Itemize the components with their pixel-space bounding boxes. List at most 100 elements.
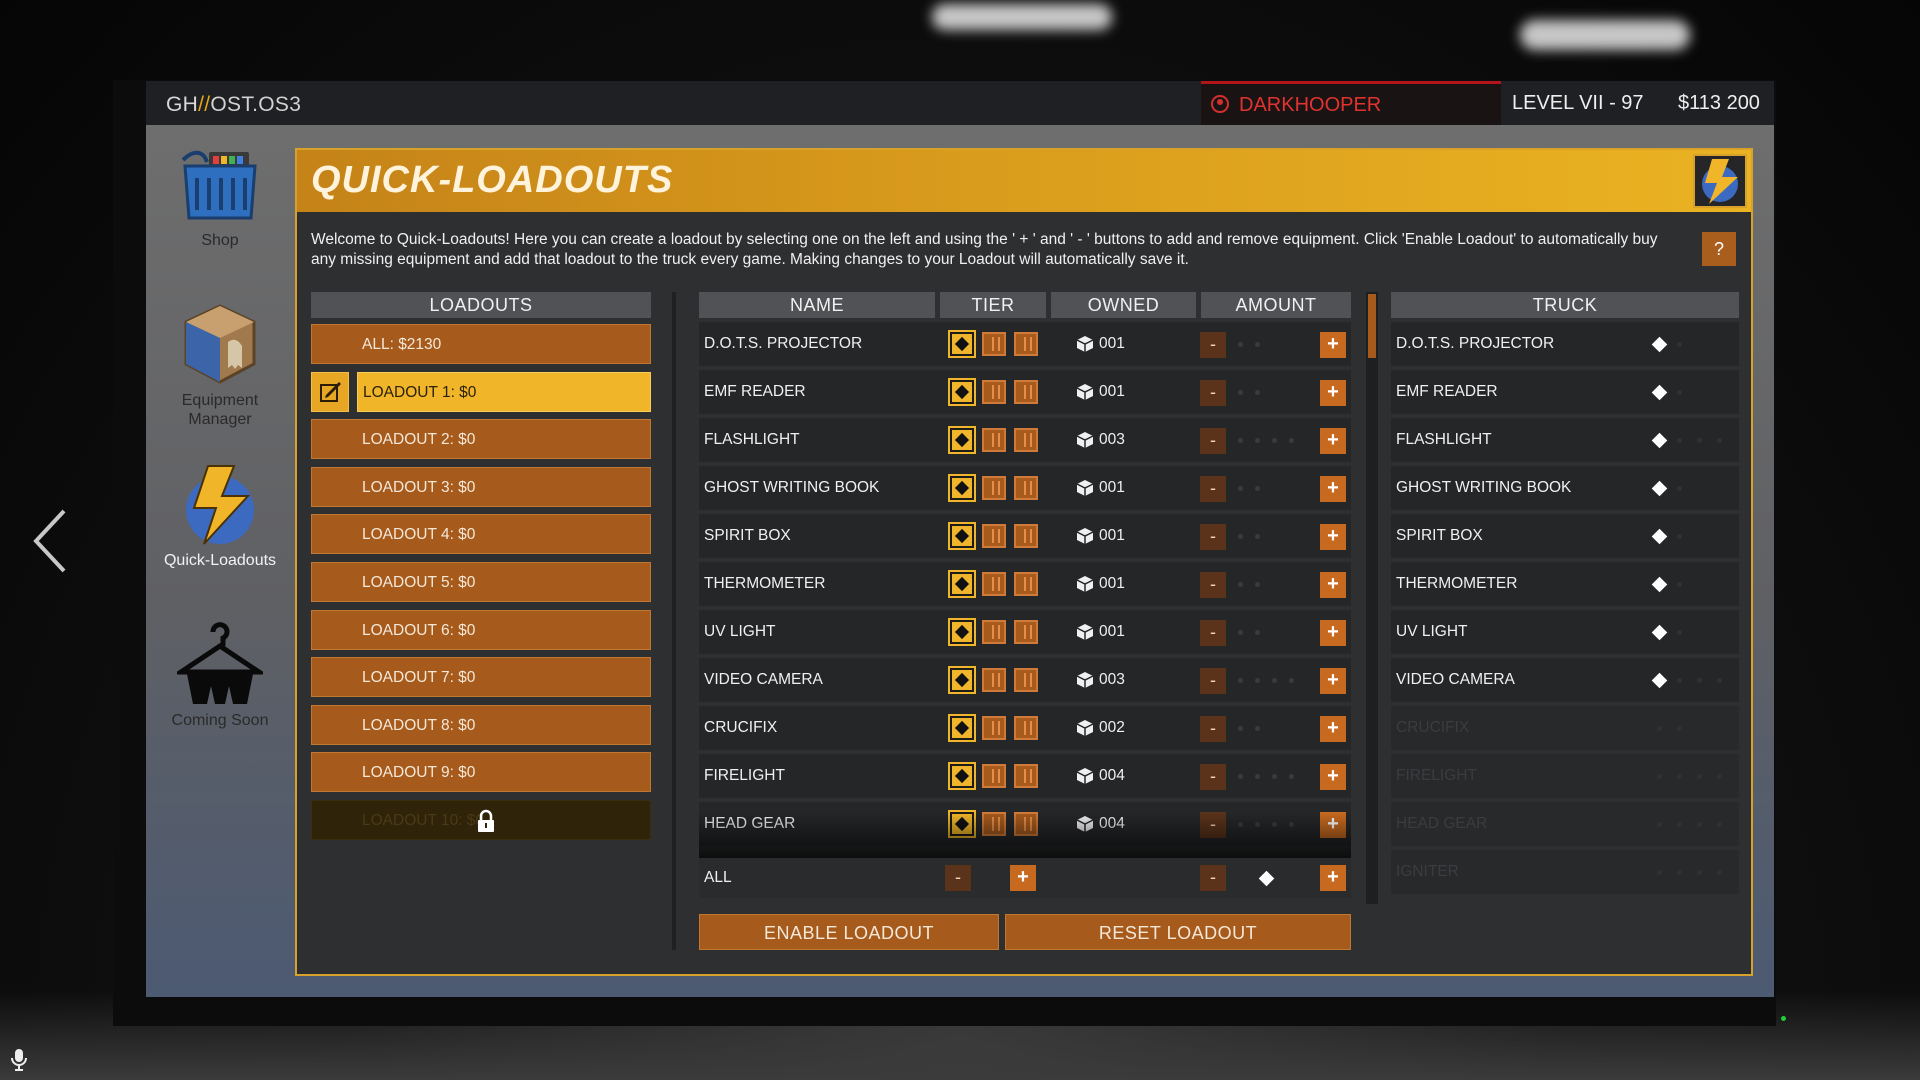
diamond-icon xyxy=(1651,672,1668,689)
tier-2-button[interactable] xyxy=(982,764,1006,788)
amount-minus-button[interactable]: - xyxy=(1200,764,1226,790)
amount-slot xyxy=(1255,534,1260,539)
nav-quick-loadouts[interactable]: Quick-Loadouts xyxy=(150,462,290,570)
amount-minus-button[interactable]: - xyxy=(1200,620,1226,646)
loadout-item[interactable]: LOADOUT 2: $0 xyxy=(311,419,651,460)
truck-item-name: VIDEO CAMERA xyxy=(1396,671,1515,688)
lightning-bolt-icon xyxy=(186,465,254,545)
loadout-label: LOADOUT 8: $0 xyxy=(362,716,476,734)
help-button[interactable]: ? xyxy=(1702,232,1736,266)
tier-2-button[interactable] xyxy=(982,620,1006,644)
truck-heading: TRUCK xyxy=(1391,292,1739,318)
all-tier-minus-button[interactable]: - xyxy=(945,865,971,891)
equipment-name: THERMOMETER xyxy=(704,575,826,592)
diamond-icon xyxy=(1258,870,1275,887)
tier-3-button[interactable] xyxy=(1014,524,1038,548)
amount-minus-button[interactable]: - xyxy=(1200,428,1226,454)
loadout-item[interactable]: LOADOUT 1: $0 xyxy=(357,371,651,412)
owned-count: 003 xyxy=(1099,671,1125,688)
loadout-item[interactable]: ALL: $2130 xyxy=(311,324,651,364)
all-tier-plus-button[interactable]: + xyxy=(1010,865,1036,891)
amount-minus-button[interactable]: - xyxy=(1200,332,1226,358)
player-money: $113 200 xyxy=(1678,92,1760,114)
equipment-row: VIDEO CAMERA 003 - + xyxy=(699,658,1351,702)
loadout-item[interactable]: LOADOUT 7: $0 xyxy=(311,657,651,698)
tier-3-button[interactable] xyxy=(1014,620,1038,644)
tier-3-button[interactable] xyxy=(1014,380,1038,404)
tier-2-button[interactable] xyxy=(982,668,1006,692)
tier-1-button[interactable] xyxy=(948,522,976,550)
amount-plus-button[interactable]: + xyxy=(1320,572,1346,598)
tier-2-button[interactable] xyxy=(982,380,1006,404)
tier-2-button[interactable] xyxy=(982,428,1006,452)
amount-plus-button[interactable]: + xyxy=(1320,524,1346,550)
truck-item-name: THERMOMETER xyxy=(1396,575,1518,592)
tier-3-button[interactable] xyxy=(1014,764,1038,788)
loadout-item[interactable]: LOADOUT 8: $0 xyxy=(311,704,651,745)
tier-3-button[interactable] xyxy=(1014,716,1038,740)
tier-1-button[interactable] xyxy=(948,378,976,406)
tier-1-button[interactable] xyxy=(948,618,976,646)
background-blur xyxy=(1520,20,1690,50)
cube-icon xyxy=(1076,384,1094,400)
tier-1-button[interactable] xyxy=(948,330,976,358)
tier-1-button[interactable] xyxy=(948,570,976,598)
equipment-name: GHOST WRITING BOOK xyxy=(704,479,880,496)
tier-3-button[interactable] xyxy=(1014,428,1038,452)
amount-plus-button[interactable]: + xyxy=(1320,620,1346,646)
tier-2-button[interactable] xyxy=(982,572,1006,596)
amount-plus-button[interactable]: + xyxy=(1320,380,1346,406)
amount-minus-button[interactable]: - xyxy=(1200,572,1226,598)
loadout-label: LOADOUT 5: $0 xyxy=(362,574,476,591)
tier-3-button[interactable] xyxy=(1014,572,1038,596)
back-arrow-icon[interactable] xyxy=(30,505,70,577)
amount-plus-button[interactable]: + xyxy=(1320,476,1346,502)
truck-slot xyxy=(1697,438,1702,443)
tier-1-button[interactable] xyxy=(948,666,976,694)
amount-minus-button[interactable]: - xyxy=(1200,668,1226,694)
tier-2-button[interactable] xyxy=(982,332,1006,356)
amount-minus-button[interactable]: - xyxy=(1200,380,1226,406)
enable-loadout-button[interactable]: ENABLE LOADOUT xyxy=(699,914,999,950)
loadout-item[interactable]: LOADOUT 6: $0 xyxy=(311,609,651,650)
nav-equipment-manager[interactable]: Equipment Manager xyxy=(150,302,290,429)
equipment-row: GHOST WRITING BOOK 001 - + xyxy=(699,466,1351,510)
all-amount-plus-button[interactable]: + xyxy=(1320,865,1346,891)
tier-1-button[interactable] xyxy=(948,714,976,742)
amount-slot xyxy=(1255,678,1260,683)
loadout-item[interactable]: LOADOUT 4: $0 xyxy=(311,514,651,555)
amount-plus-button[interactable]: + xyxy=(1320,764,1346,790)
amount-plus-button[interactable]: + xyxy=(1320,332,1346,358)
tier-1-button[interactable] xyxy=(948,426,976,454)
tier-3-button[interactable] xyxy=(1014,668,1038,692)
loadout-item[interactable]: LOADOUT 5: $0 xyxy=(311,562,651,602)
tier-2-button[interactable] xyxy=(982,476,1006,500)
scrollbar-thumb[interactable] xyxy=(1368,294,1376,358)
loadout-label: LOADOUT 3: $0 xyxy=(362,478,476,496)
diamond-icon xyxy=(1651,384,1668,401)
tier-1-button[interactable] xyxy=(948,474,976,502)
edit-loadout-button[interactable] xyxy=(311,371,349,412)
cube-icon xyxy=(1076,528,1094,544)
tier-3-button[interactable] xyxy=(1014,476,1038,500)
amount-slot xyxy=(1255,630,1260,635)
reset-loadout-button[interactable]: RESET LOADOUT xyxy=(1005,914,1351,950)
amount-slot xyxy=(1238,534,1243,539)
amount-plus-button[interactable]: + xyxy=(1320,668,1346,694)
tier-2-button[interactable] xyxy=(982,716,1006,740)
truck-item-name: EMF READER xyxy=(1396,383,1498,400)
tier-3-button[interactable] xyxy=(1014,332,1038,356)
scrollbar[interactable] xyxy=(1366,292,1378,904)
amount-plus-button[interactable]: + xyxy=(1320,428,1346,454)
amount-minus-button[interactable]: - xyxy=(1200,716,1226,742)
equipment-row: EMF READER 001 - + xyxy=(699,370,1351,414)
amount-minus-button[interactable]: - xyxy=(1200,476,1226,502)
amount-minus-button[interactable]: - xyxy=(1200,524,1226,550)
loadout-item[interactable]: LOADOUT 3: $0 xyxy=(311,466,651,507)
nav-shop[interactable]: Shop xyxy=(150,148,290,250)
tier-1-button[interactable] xyxy=(948,762,976,790)
all-amount-minus-button[interactable]: - xyxy=(1200,865,1226,891)
loadout-item[interactable]: LOADOUT 9: $0 xyxy=(311,752,651,793)
tier-2-button[interactable] xyxy=(982,524,1006,548)
amount-plus-button[interactable]: + xyxy=(1320,716,1346,742)
